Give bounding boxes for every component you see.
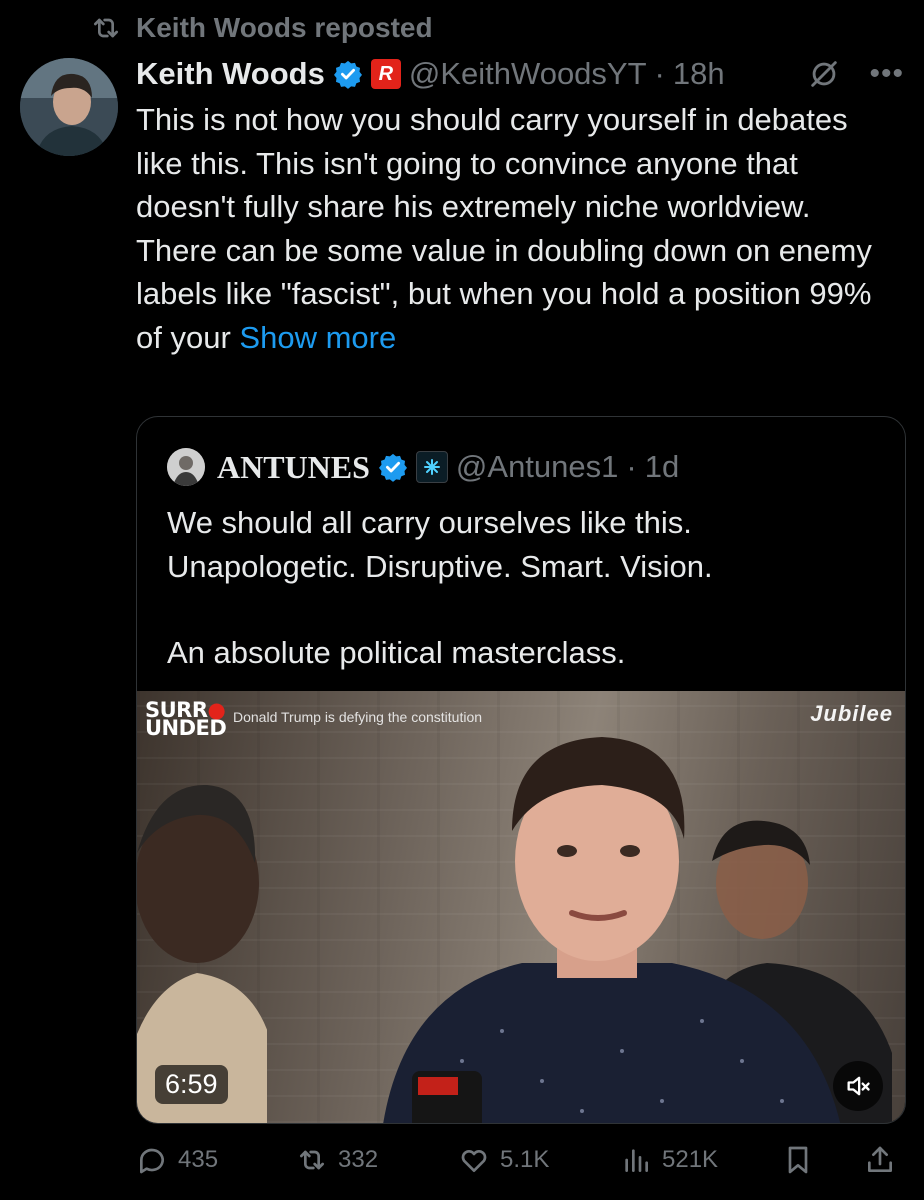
bookmark-button[interactable] <box>782 1144 814 1176</box>
post-body-line: This is not how you should carry yoursel… <box>136 102 848 224</box>
repost-icon <box>300 1150 324 1170</box>
org-affiliation-badge[interactable]: R <box>370 59 401 89</box>
bookmark-icon <box>788 1146 808 1174</box>
view-count: 521K <box>662 1146 719 1173</box>
quote-avatar-image <box>167 448 205 486</box>
quote-org-badge[interactable] <box>415 451 448 483</box>
post-header: Keith Woods R @KeithWoodsYT · 18h ••• <box>136 54 904 94</box>
more-options-icon[interactable]: ••• <box>869 59 904 89</box>
quote-body: We should all carry ourselves like this.… <box>167 501 887 675</box>
views-button[interactable]: 521K <box>620 1144 718 1176</box>
show-more-link[interactable]: Show more <box>239 320 396 355</box>
quote-author-avatar[interactable] <box>167 448 205 486</box>
repost-icon <box>94 18 118 38</box>
quote-line: An absolute political masterclass. <box>167 635 626 670</box>
channel-watermark: Jubilee <box>810 701 893 726</box>
action-bar: 435 332 5.1K 521K <box>136 1138 904 1182</box>
author-avatar[interactable] <box>20 58 118 156</box>
video-player[interactable]: SURR● UNDED Donald Trump is defying the … <box>137 691 905 1123</box>
avatar-image <box>20 58 118 156</box>
author-handle[interactable]: @KeithWoodsYT <box>409 56 647 92</box>
show-logo-bottom: UNDED <box>145 716 227 740</box>
post-time[interactable]: 18h <box>673 56 725 92</box>
reply-count: 435 <box>178 1146 219 1173</box>
heart-icon <box>461 1150 487 1172</box>
quote-header: ANTUNES @Antunes1 · 1d <box>167 447 679 487</box>
post-body: This is not how you should carry yoursel… <box>136 98 896 359</box>
quoted-post[interactable]: ANTUNES @Antunes1 · 1d We should all car… <box>136 416 906 1124</box>
grok-icon[interactable] <box>807 57 841 91</box>
video-caption: Donald Trump is defying the constitution <box>233 709 483 725</box>
reply-icon <box>140 1148 164 1174</box>
author-name[interactable]: Keith Woods <box>136 56 325 92</box>
verified-badge-icon <box>333 60 362 89</box>
volume-muted-icon <box>847 1076 870 1096</box>
mute-button[interactable] <box>833 1061 883 1111</box>
post-body-line: There can be some value in doubling down… <box>136 229 896 360</box>
asterisk-icon <box>423 459 440 475</box>
show-logo: SURR● UNDED <box>145 698 227 740</box>
share-icon <box>868 1146 892 1172</box>
repost-button[interactable]: 332 <box>296 1144 378 1176</box>
repost-banner[interactable]: Keith Woods reposted <box>88 10 433 46</box>
repost-banner-text: Keith Woods reposted <box>136 12 433 43</box>
verified-badge-icon <box>378 453 407 482</box>
share-button[interactable] <box>864 1144 896 1176</box>
like-count: 5.1K <box>500 1146 550 1173</box>
quote-line: We should all carry ourselves like this. <box>167 505 692 540</box>
repost-count: 332 <box>338 1146 379 1173</box>
speaker <box>383 737 841 1123</box>
quote-author-handle[interactable]: @Antunes1 <box>456 449 618 485</box>
time-separator: · <box>626 449 637 484</box>
quote-time[interactable]: 1d <box>645 449 679 485</box>
quote-line: Unapologetic. Disruptive. Smart. Vision. <box>167 549 713 584</box>
video-duration: 6:59 <box>155 1065 228 1104</box>
quote-author-name[interactable]: ANTUNES <box>217 449 370 486</box>
like-button[interactable]: 5.1K <box>458 1144 549 1176</box>
time-separator: · <box>654 56 665 91</box>
reply-button[interactable]: 435 <box>136 1144 218 1176</box>
analytics-icon <box>625 1149 648 1172</box>
